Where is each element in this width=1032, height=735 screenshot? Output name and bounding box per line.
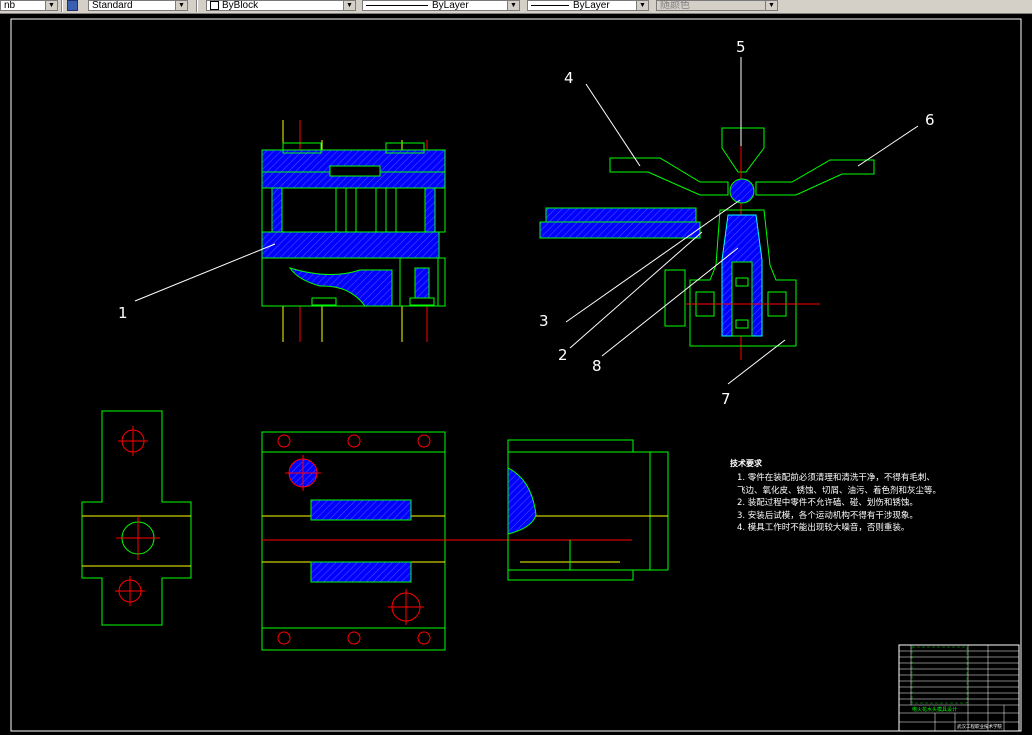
dimstyle-value: nb <box>4 0 16 11</box>
toolbar-separator <box>196 0 198 12</box>
linetype-preview-icon <box>366 4 428 6</box>
textstyle-value: Standard <box>92 0 133 11</box>
notes-item: 2. 装配过程中零件不允许磕、碰、划伤和锈蚀。 <box>737 498 918 509</box>
linetype-value: ByLayer <box>432 0 469 11</box>
balloon-5: 5 <box>736 38 746 56</box>
title-block-school: 武汉工程职业技术学院 <box>957 723 1002 730</box>
lineweight-preview-icon <box>531 4 569 6</box>
toolbar-separator <box>61 0 63 12</box>
technical-requirements: 技术要求 1. 零件在装配前必须清理和清洗干净，不得有毛刺、 飞边、氧化皮、锈蚀… <box>730 458 941 534</box>
notes-item: 1. 零件在装配前必须清理和清洗干净，不得有毛刺、 <box>737 473 935 484</box>
notes-item: 3. 安装后试模，各个运动机构不得有干涉现象。 <box>737 510 918 521</box>
textstyle-dropdown[interactable]: Standard ▼ <box>88 0 188 11</box>
balloon-8: 8 <box>592 357 602 375</box>
color-swatch-icon <box>210 1 219 10</box>
notes-item: 4. 模具工作时不能出现较大噪音，否则重装。 <box>737 523 910 534</box>
balloon-labels: 1 2 3 4 5 6 7 8 <box>118 38 935 408</box>
balloon-6: 6 <box>925 111 935 129</box>
chevron-down-icon[interactable]: ▼ <box>507 1 519 10</box>
plotstyle-value: 随颜色 <box>660 0 690 11</box>
color-dropdown[interactable]: ByBlock ▼ <box>206 0 356 11</box>
chevron-down-icon[interactable]: ▼ <box>343 1 355 10</box>
balloon-1: 1 <box>118 304 128 322</box>
part-plate-view <box>81 410 192 626</box>
mold-side-view <box>507 439 669 581</box>
balloon-4: 4 <box>564 69 574 87</box>
chevron-down-icon[interactable]: ▼ <box>175 1 187 10</box>
balloon-3: 3 <box>539 312 549 330</box>
balloon-2: 2 <box>558 346 568 364</box>
nozzle-assembly-view <box>539 57 919 385</box>
title-block-title: 电火花水头模具设计 <box>912 706 957 713</box>
chevron-down-icon[interactable]: ▼ <box>765 1 777 10</box>
notes-title: 技术要求 <box>730 459 762 468</box>
dimstyle-dropdown[interactable]: nb ▼ <box>0 0 58 11</box>
linetype-dropdown[interactable]: ByLayer ▼ <box>362 0 520 11</box>
lineweight-value: ByLayer <box>573 0 610 11</box>
plotstyle-dropdown[interactable]: 随颜色 ▼ <box>656 0 778 11</box>
properties-toolbar: nb ▼ Standard ▼ ByBlock ▼ ByLayer ▼ ByLayer ▼… <box>0 0 1032 14</box>
leader-line-1 <box>134 243 276 302</box>
lineweight-dropdown[interactable]: ByLayer ▼ <box>527 0 649 11</box>
mold-plan-view <box>261 431 632 651</box>
balloon-7: 7 <box>721 390 731 408</box>
chevron-down-icon[interactable]: ▼ <box>45 1 57 10</box>
notes-item: 飞边、氧化皮、锈蚀、切屑、油污、着色剂和灰尘等。 <box>737 485 942 496</box>
mold-assembly-view <box>134 120 446 342</box>
title-block: 电火花水头模具设计 武汉工程职业技术学院 <box>898 644 1020 732</box>
chevron-down-icon[interactable]: ▼ <box>636 1 648 10</box>
text-style-icon[interactable] <box>67 0 78 11</box>
drawing-canvas[interactable]: 电火花水头模具设计 武汉工程职业技术学院 1 2 3 4 5 6 7 8 <box>0 13 1032 735</box>
color-value: ByBlock <box>222 0 259 11</box>
